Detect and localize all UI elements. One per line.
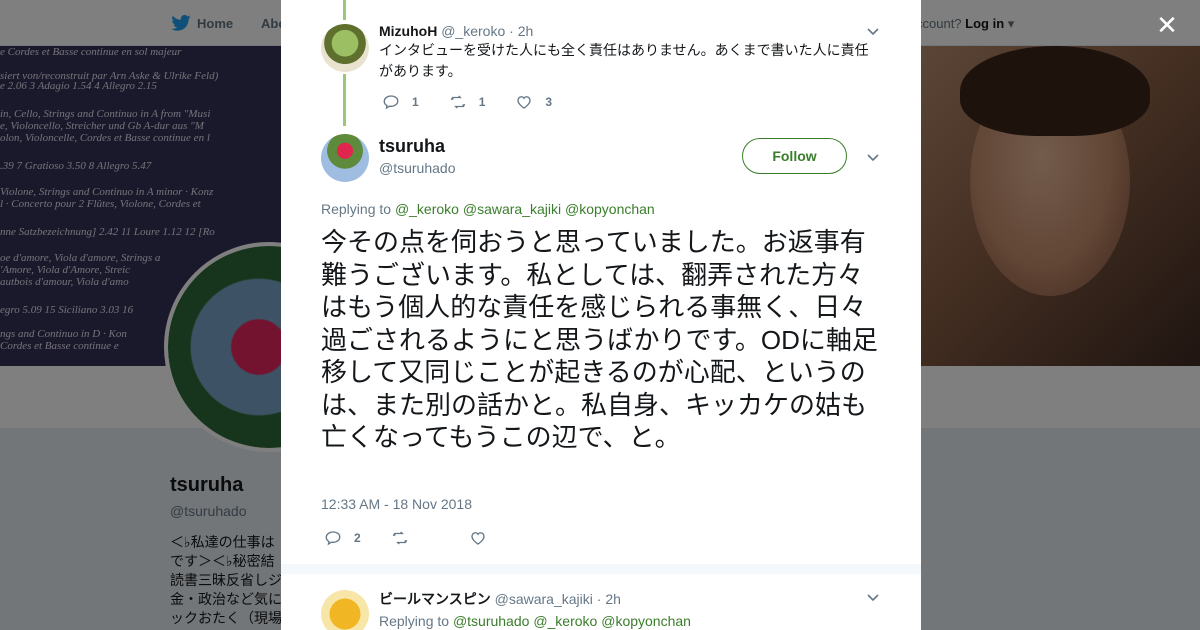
thread-line	[343, 0, 346, 20]
tweet-actions: 2	[324, 529, 517, 547]
follow-button[interactable]: Follow	[742, 138, 847, 174]
tweet-time[interactable]: · 2h	[509, 23, 533, 39]
replying-to: Replying to @_keroko @sawara_kajiki @kop…	[321, 201, 655, 217]
mention-link[interactable]: @tsuruhado	[453, 613, 529, 629]
reply-count: 1	[412, 95, 419, 109]
heart-icon	[517, 96, 532, 109]
retweet-icon	[450, 95, 465, 109]
retweet-icon	[392, 531, 407, 545]
author-name[interactable]: MizuhoH	[379, 23, 437, 39]
mention-link[interactable]: @_keroko	[533, 613, 597, 629]
heart-icon	[471, 532, 485, 545]
author-name[interactable]: ビールマンスピン	[379, 591, 491, 607]
section-divider	[281, 564, 921, 574]
retweet-count: 1	[478, 95, 486, 109]
mention-link[interactable]: @kopyonchan	[601, 613, 691, 629]
tweet-text: 今その点を伺おうと思っていました。お返事有難うございます。私としては、翻弄された…	[321, 227, 878, 452]
replying-label: Replying to	[321, 201, 392, 217]
tweet-timestamp[interactable]: 12:33 AM - 18 Nov 2018	[321, 496, 472, 512]
reply-header: MizuhoH @_keroko · 2h	[379, 23, 533, 39]
close-icon[interactable]: ✕	[1154, 12, 1180, 38]
retweet-button[interactable]: 1	[449, 93, 486, 111]
tweet-time[interactable]: · 2h	[597, 591, 621, 607]
tweet-actions: 1 1 3	[382, 93, 582, 111]
reply-button[interactable]: 2	[324, 529, 361, 547]
retweet-button[interactable]	[391, 529, 409, 547]
tweet-text: インタビューを受けた人にも全く責任はありません。あくまで書いた人に責任があります…	[379, 42, 869, 79]
like-count: 3	[545, 95, 553, 109]
author-handle[interactable]: @tsuruhado	[379, 160, 455, 176]
thread-line	[343, 74, 346, 126]
mention-link[interactable]: @kopyonchan	[565, 201, 655, 217]
chevron-down-icon[interactable]	[866, 150, 880, 164]
replying-to: Replying to @tsuruhado @_keroko @kopyonc…	[379, 613, 691, 629]
reply-icon	[325, 531, 341, 546]
avatar[interactable]	[321, 24, 369, 72]
author-handle[interactable]: @sawara_kajiki	[495, 591, 593, 607]
reply-header: ビールマンスピン @sawara_kajiki · 2h	[379, 589, 621, 609]
replying-label: Replying to	[379, 613, 450, 629]
mention-link[interactable]: @_keroko	[395, 201, 459, 217]
reply-icon	[383, 95, 399, 110]
avatar[interactable]	[321, 134, 369, 182]
author-handle[interactable]: @_keroko	[441, 23, 505, 39]
mention-link[interactable]: @sawara_kajiki	[463, 201, 561, 217]
avatar[interactable]	[321, 590, 369, 630]
tweet-modal: MizuhoH @_keroko · 2h インタビューを受けた人にも全く責任は…	[281, 0, 921, 630]
author-name[interactable]: tsuruha	[379, 136, 445, 157]
reply-button[interactable]: 1	[382, 93, 419, 111]
like-button[interactable]	[469, 529, 487, 547]
reply-count: 2	[354, 531, 361, 545]
chevron-down-icon[interactable]	[866, 24, 880, 38]
chevron-down-icon[interactable]	[866, 590, 880, 604]
like-button[interactable]: 3	[515, 93, 552, 111]
